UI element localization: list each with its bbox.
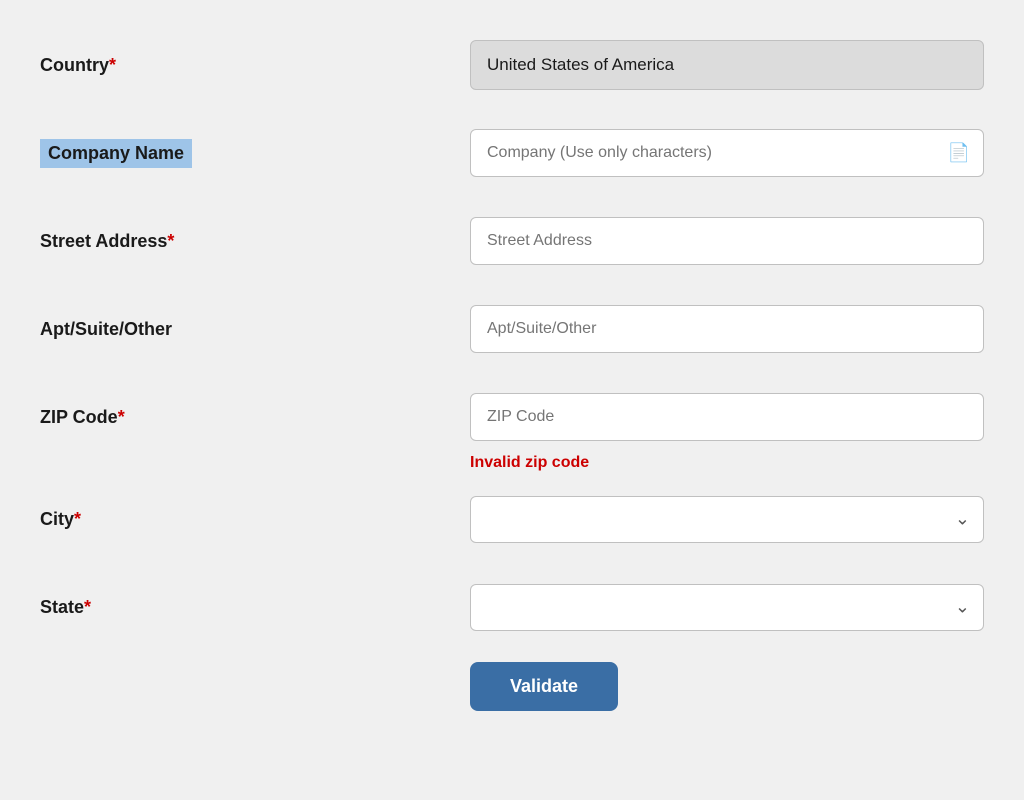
city-row: City* ⌄ (40, 484, 984, 554)
company-name-row: Company Name 📄 (40, 118, 984, 188)
apt-suite-input-col (470, 305, 984, 353)
company-card-icon: 📄 (948, 143, 970, 164)
country-label-col: Country* (40, 55, 470, 76)
zip-error-row: Invalid zip code (40, 454, 984, 472)
state-select[interactable] (470, 584, 984, 631)
validate-button[interactable]: Validate (470, 662, 618, 711)
country-display[interactable]: United States of America (470, 40, 984, 90)
country-input-col: United States of America (470, 40, 984, 90)
city-label: City* (40, 509, 81, 529)
address-form: Country* United States of America Compan… (0, 0, 1024, 741)
company-input-wrapper: 📄 (470, 129, 984, 177)
street-address-input[interactable] (470, 217, 984, 265)
zip-code-label: ZIP Code* (40, 407, 125, 427)
city-select[interactable] (470, 496, 984, 543)
apt-suite-row: Apt/Suite/Other (40, 294, 984, 364)
apt-suite-input[interactable] (470, 305, 984, 353)
company-name-label-col: Company Name (40, 139, 470, 168)
apt-suite-label: Apt/Suite/Other (40, 319, 172, 339)
zip-code-input[interactable] (470, 393, 984, 441)
city-input-col: ⌄ (470, 496, 984, 543)
zip-code-row: ZIP Code* (40, 382, 984, 452)
street-address-label-col: Street Address* (40, 231, 470, 252)
country-row: Country* United States of America (40, 30, 984, 100)
company-name-label: Company Name (40, 139, 192, 168)
street-address-label: Street Address* (40, 231, 174, 251)
validate-row: Validate (40, 662, 984, 711)
apt-suite-label-col: Apt/Suite/Other (40, 319, 470, 340)
state-label-col: State* (40, 597, 470, 618)
company-name-input[interactable] (470, 129, 984, 177)
country-label: Country* (40, 55, 116, 75)
zip-code-label-col: ZIP Code* (40, 407, 470, 428)
state-label: State* (40, 597, 91, 617)
street-address-row: Street Address* (40, 206, 984, 276)
city-select-wrapper: ⌄ (470, 496, 984, 543)
zip-error-message: Invalid zip code (470, 454, 589, 472)
city-label-col: City* (40, 509, 470, 530)
state-input-col: ⌄ (470, 584, 984, 631)
state-select-wrapper: ⌄ (470, 584, 984, 631)
company-name-input-col: 📄 (470, 129, 984, 177)
street-address-input-col (470, 217, 984, 265)
zip-code-input-col (470, 393, 984, 441)
state-row: State* ⌄ (40, 572, 984, 642)
